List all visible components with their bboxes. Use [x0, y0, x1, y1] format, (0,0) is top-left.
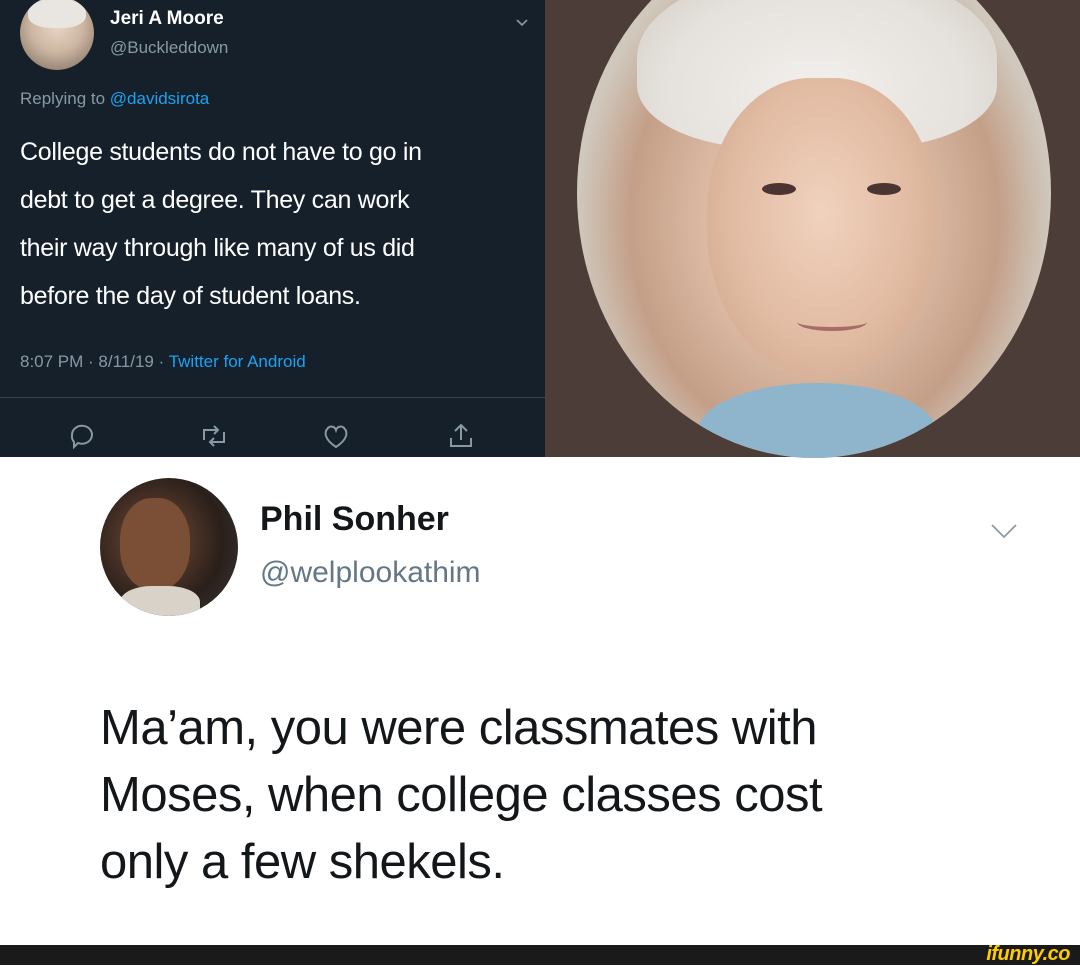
tweet-author-handle[interactable]: @Buckleddown: [110, 38, 228, 58]
tweet-text: Ma’am, you were classmates with Moses, w…: [100, 695, 1020, 896]
replying-prefix: Replying to: [20, 89, 110, 108]
replying-mention-link[interactable]: @davidsirota: [110, 89, 209, 108]
chevron-down-icon[interactable]: [512, 12, 532, 32]
tweet-text-line: debt to get a degree. They can work: [20, 186, 410, 214]
share-icon[interactable]: [445, 420, 477, 452]
reply-icon[interactable]: [66, 420, 98, 452]
tweet-text-line: Moses, when college classes cost: [100, 768, 823, 822]
ifunny-watermark: ifunny.co: [986, 943, 1070, 965]
tweet-text-line: their way through like many of us did: [20, 234, 415, 262]
profile-photo-jeri: [577, 0, 1051, 458]
like-icon[interactable]: [320, 420, 352, 452]
replying-to-line: Replying to @davidsirota: [20, 89, 209, 109]
reply-tweet-card: Jeri A Moore @Buckleddown Replying to @d…: [0, 0, 545, 457]
divider: [0, 397, 545, 398]
tweet-text: College students do not have to go in de…: [20, 128, 520, 320]
tweet-text-line: only a few shekels.: [100, 835, 505, 889]
tweet-author-handle[interactable]: @welplookathim: [260, 556, 481, 590]
tweet-text-line: Ma’am, you were classmates with: [100, 701, 818, 755]
profile-photo-panel: [545, 0, 1080, 458]
tweet-author-name[interactable]: Jeri A Moore: [110, 8, 224, 30]
avatar-jeri[interactable]: [20, 0, 94, 70]
tweet-source-link[interactable]: Twitter for Android: [169, 352, 306, 371]
bottom-bar: [0, 945, 1080, 965]
tweet-text-line: before the day of student loans.: [20, 282, 361, 310]
avatar-phil[interactable]: [100, 478, 238, 616]
tweet-text-line: College students do not have to go in: [20, 138, 422, 166]
tweet-meta: 8:07 PM · 8/11/19 · Twitter for Android: [20, 352, 306, 372]
tweet-author-name[interactable]: Phil Sonher: [260, 500, 449, 539]
chevron-down-icon[interactable]: [988, 514, 1020, 546]
tweet-timestamp: 8:07 PM · 8/11/19 ·: [20, 352, 169, 371]
retweet-icon[interactable]: [198, 420, 230, 452]
